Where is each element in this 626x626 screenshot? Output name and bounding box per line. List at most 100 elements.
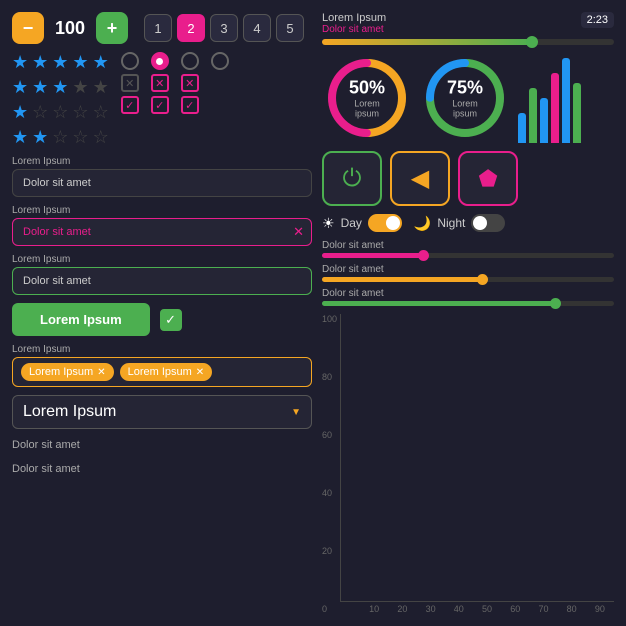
dropdown[interactable]: Lorem Ipsum ▼ — [12, 395, 312, 429]
dropdown-label: Lorem Ipsum — [23, 403, 116, 421]
num-btn-3[interactable]: 3 — [210, 14, 238, 42]
circle-label-1: 50% Lorem ipsum — [345, 78, 390, 119]
ylabel-100: 100 — [322, 314, 337, 324]
star: ★ — [72, 52, 88, 73]
tag-remove-1[interactable]: ✕ — [97, 367, 105, 378]
slider-3-track[interactable] — [322, 301, 614, 306]
radio-unselected[interactable] — [121, 52, 139, 70]
xlabel-20: 20 — [388, 604, 416, 614]
stars-row-4[interactable]: ★ ★ ☆ ☆ ☆ — [12, 127, 109, 148]
star: ★ — [93, 77, 109, 98]
slider-2-knob[interactable] — [477, 274, 488, 285]
vertical-bars — [518, 53, 581, 143]
stars-row-3[interactable]: ★ ☆ ☆ ☆ ☆ — [12, 102, 109, 123]
slider-2-row: Dolor sit amet — [322, 264, 614, 282]
stars-section: ★ ★ ★ ★ ★ ★ ★ ★ ★ ★ ★ ☆ ☆ ☆ — [12, 52, 109, 148]
checkbox-x-red[interactable]: ✕ — [151, 74, 169, 92]
toggle-knob-night — [473, 216, 487, 230]
radio-unselected-2[interactable] — [181, 52, 199, 70]
checkbox-x-red-2[interactable]: ✕ — [181, 74, 199, 92]
star: ★ — [72, 77, 88, 98]
star: ★ — [12, 102, 28, 123]
ylabel-0: 0 — [322, 604, 337, 614]
stepper-numbtns-row: − 100 + 1 2 3 4 5 — [12, 12, 312, 44]
bar-chart-area — [340, 314, 614, 602]
check-tick-row: ✓ ✓ ✓ — [121, 96, 229, 114]
slider-1-knob[interactable] — [418, 250, 429, 261]
slider-2-fill — [322, 277, 483, 282]
form-field-3: Lorem Ipsum — [12, 254, 312, 295]
progress-bar[interactable] — [322, 39, 614, 45]
power-icon: ⏻ — [343, 165, 362, 193]
tag-remove-2[interactable]: ✕ — [196, 367, 204, 378]
ylabel-20: 20 — [322, 546, 337, 556]
day-item: ☀ Day — [322, 214, 402, 232]
location-icon-button[interactable]: ⬟ — [458, 151, 518, 206]
star: ☆ — [52, 127, 68, 148]
radio-selected[interactable] — [151, 52, 169, 70]
vbar-3 — [540, 98, 548, 143]
radio-check-section: ✕ ✕ ✕ ✓ ✓ ✓ — [121, 52, 229, 114]
slider-1-label: Dolor sit amet — [322, 240, 614, 251]
stars-row-2[interactable]: ★ ★ ★ ★ ★ — [12, 77, 109, 98]
check-box-green[interactable]: ✓ — [160, 309, 182, 331]
slider-3-label: Dolor sit amet — [322, 288, 614, 299]
slider-1-row: Dolor sit amet — [322, 240, 614, 258]
tags-field-group: Lorem Ipsum Lorem Ipsum ✕ Lorem Ipsum ✕ — [12, 344, 312, 387]
stars-row-1[interactable]: ★ ★ ★ ★ ★ — [12, 52, 109, 73]
tags-wrap[interactable]: Lorem Ipsum ✕ Lorem Ipsum ✕ — [12, 357, 312, 387]
num-btn-5[interactable]: 5 — [276, 14, 304, 42]
field-input-success-wrap — [12, 267, 312, 295]
circles-section: 50% Lorem ipsum 75% Lorem ipsum — [322, 53, 614, 143]
checkbox-check-2[interactable]: ✓ — [151, 96, 169, 114]
field-label-3: Lorem Ipsum — [12, 254, 312, 265]
day-night-row: ☀ Day 🌙 Night — [322, 214, 614, 232]
star: ★ — [12, 52, 28, 73]
field-input-1[interactable] — [12, 169, 312, 197]
clear-icon[interactable]: ✕ — [293, 224, 304, 240]
num-btn-4[interactable]: 4 — [243, 14, 271, 42]
power-icon-button[interactable]: ⏻ — [322, 151, 382, 206]
field-input-success[interactable] — [12, 267, 312, 295]
checkbox-x-gray[interactable]: ✕ — [121, 74, 139, 92]
slider-2-track[interactable] — [322, 277, 614, 282]
checkbox-check-1[interactable]: ✓ — [121, 96, 139, 114]
stepper-plus-button[interactable]: + — [96, 12, 128, 44]
star: ☆ — [93, 102, 109, 123]
stepper-minus-button[interactable]: − — [12, 12, 44, 44]
green-btn-row: Lorem Ipsum ✓ — [12, 303, 312, 336]
num-btn-2[interactable]: 2 — [177, 14, 205, 42]
field-input-error[interactable] — [12, 218, 312, 246]
xlabel-10: 10 — [360, 604, 388, 614]
day-toggle[interactable] — [368, 214, 402, 232]
bar-chart-xlabels: 10 20 30 40 50 60 70 80 90 — [340, 604, 614, 614]
slider-3-knob[interactable] — [550, 298, 561, 309]
slider-3-row: Dolor sit amet — [322, 288, 614, 306]
num-btn-1[interactable]: 1 — [144, 14, 172, 42]
star: ☆ — [72, 102, 88, 123]
bar-chart-ylabels: 100 80 60 40 20 0 — [322, 314, 337, 614]
slider-1-track[interactable] — [322, 253, 614, 258]
ylabel-80: 80 — [322, 372, 337, 382]
radio-unselected-3[interactable] — [211, 52, 229, 70]
star: ★ — [32, 127, 48, 148]
day-label: Day — [341, 216, 362, 230]
slider-2-label: Dolor sit amet — [322, 264, 614, 275]
xlabel-90: 90 — [586, 604, 614, 614]
circle-pct-1: 50% — [345, 78, 390, 99]
slider-1-fill — [322, 253, 424, 258]
progress-bar-fill — [322, 39, 532, 45]
form-field-2: Lorem Ipsum ✕ — [12, 205, 312, 246]
green-button[interactable]: Lorem Ipsum — [12, 303, 150, 336]
circle-chart-2: 75% Lorem ipsum — [420, 53, 510, 143]
checkbox-check-3[interactable]: ✓ — [181, 96, 199, 114]
stepper-value: 100 — [52, 18, 88, 39]
toggle-knob-day — [386, 216, 400, 230]
tag-2[interactable]: Lorem Ipsum ✕ — [120, 363, 213, 381]
tag-label-2: Lorem Ipsum — [128, 366, 192, 378]
night-toggle[interactable] — [471, 214, 505, 232]
field-label-2: Lorem Ipsum — [12, 205, 312, 216]
star: ☆ — [52, 102, 68, 123]
volume-icon-button[interactable]: ◀ — [390, 151, 450, 206]
tag-1[interactable]: Lorem Ipsum ✕ — [21, 363, 114, 381]
